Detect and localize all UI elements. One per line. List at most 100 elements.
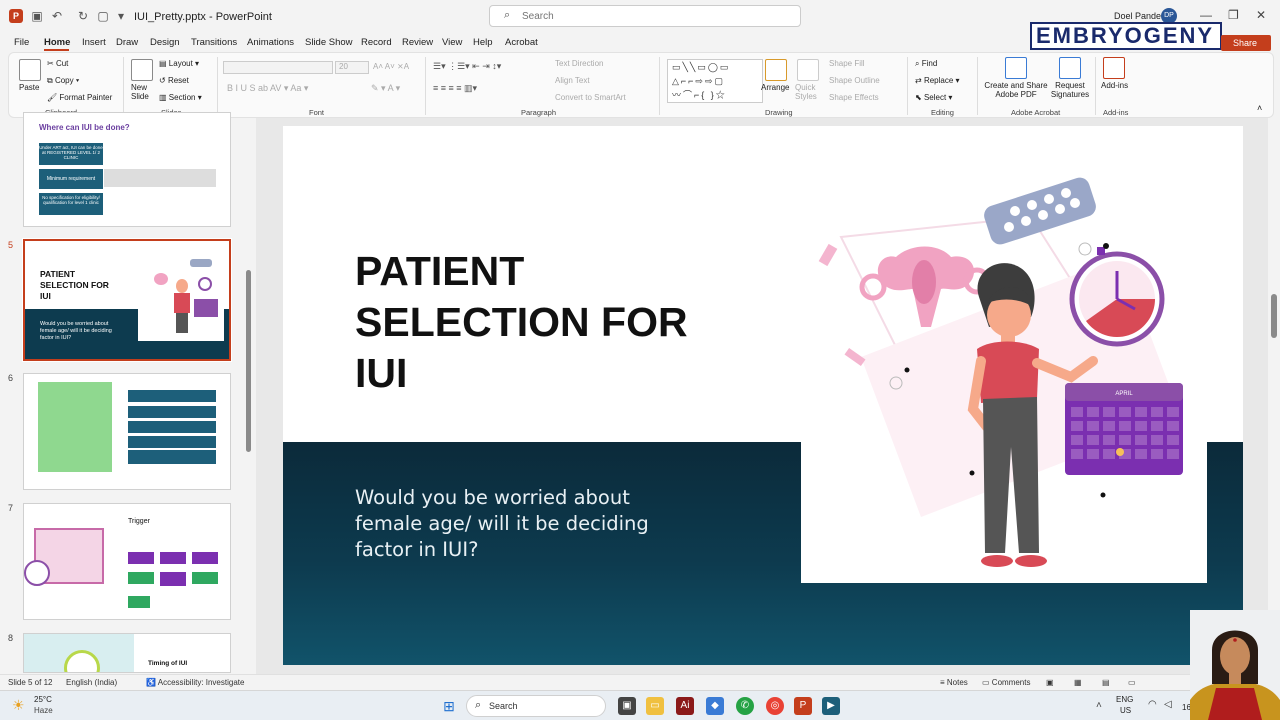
shape-fill-button[interactable]: Shape Fill <box>829 59 865 68</box>
volume-icon[interactable]: ◁ <box>1164 699 1172 710</box>
text-direction-button[interactable]: Text Direction <box>555 59 603 68</box>
new-slide-icon[interactable] <box>131 59 153 81</box>
task-view-icon[interactable]: ▣ <box>618 697 636 715</box>
layout-button[interactable]: ▤ Layout ▾ <box>159 59 199 68</box>
tab-record[interactable]: Record <box>361 37 392 48</box>
create-share-pdf-button[interactable]: Create and Share Adobe PDF <box>983 81 1049 99</box>
tab-design[interactable]: Design <box>150 37 180 48</box>
ribbon-collapse-icon[interactable]: ˄ <box>1257 103 1262 113</box>
replace-button[interactable]: ⇄ Replace ▾ <box>915 76 960 85</box>
autosave-icon[interactable]: ▣ <box>30 9 44 23</box>
quick-styles-button[interactable]: Quick Styles <box>795 83 823 101</box>
restore-icon[interactable]: ❐ <box>1228 8 1239 22</box>
file-explorer-icon[interactable]: ▭ <box>646 697 664 715</box>
chrome-icon[interactable]: ◎ <box>766 697 784 715</box>
tab-draw[interactable]: Draw <box>116 37 138 48</box>
shape-effects-button[interactable]: Shape Effects <box>829 93 879 102</box>
highlight-icons[interactable]: ✎ ▾ A ▾ <box>371 83 400 94</box>
paste-button[interactable]: Paste <box>19 83 39 92</box>
slide-subtitle[interactable]: Would you be worried about female age/ w… <box>355 485 685 563</box>
slide-thumbnail-7[interactable]: Trigger <box>23 503 231 620</box>
slide-sorter-icon[interactable]: ▦ <box>1074 678 1082 687</box>
tab-home[interactable]: Home <box>44 37 70 48</box>
comments-button[interactable]: ▭ Comments <box>982 678 1030 687</box>
add-ins-icon[interactable] <box>1103 57 1125 79</box>
quick-styles-icon[interactable] <box>797 59 819 81</box>
taskbar-search[interactable]: ⌕ Search <box>466 695 606 717</box>
arrange-icon[interactable] <box>765 59 787 81</box>
tab-file[interactable]: File <box>14 37 29 48</box>
thumbnail-scrollbar[interactable] <box>246 270 251 452</box>
redo-icon[interactable]: ↻ <box>76 9 90 23</box>
weather-temp[interactable]: 25°C <box>34 695 52 704</box>
select-button[interactable]: ⬉ Select ▾ <box>915 93 952 102</box>
copy-button[interactable]: ⧉ Copy ▾ <box>47 76 79 86</box>
reset-button[interactable]: ↺ Reset <box>159 76 189 85</box>
new-slide-button[interactable]: New Slide <box>131 83 157 101</box>
tab-insert[interactable]: Insert <box>82 37 106 48</box>
tab-transitions[interactable]: Transitions <box>191 37 237 48</box>
wifi-icon[interactable]: ◠ <box>1148 699 1157 710</box>
customize-toolbar-icon[interactable]: ▾ <box>114 9 128 23</box>
font-size-adjust-icons[interactable]: A˄ A˅ ⨯A <box>373 62 409 71</box>
shapes-gallery[interactable]: ▭╲╲▭◯▭ △⌐⌐⇨⇨▢ 〰⌒⌐{ }☆ <box>667 59 763 103</box>
cut-button[interactable]: ✂ Cut <box>47 59 68 68</box>
current-slide[interactable]: PATIENT SELECTION FOR IUI Would you be w… <box>283 126 1243 665</box>
tab-help[interactable]: Help <box>473 37 493 48</box>
weather-desc[interactable]: Haze <box>34 706 53 715</box>
scrollbar-thumb[interactable] <box>1271 294 1277 338</box>
slide-thumbnail-4[interactable]: Where can IUI be done? Under ART act, IU… <box>23 112 231 227</box>
minimize-icon[interactable]: — <box>1200 8 1212 22</box>
list-icons[interactable]: ☰▾ ⋮☰▾ ⇤ ⇥ ↕▾ <box>433 61 501 72</box>
app-icon[interactable]: ▶ <box>822 697 840 715</box>
slide-title[interactable]: PATIENT SELECTION FOR IUI <box>355 246 735 399</box>
weather-icon[interactable]: ☀ <box>12 697 25 714</box>
search-box[interactable]: ⌕ <box>489 5 801 27</box>
slide-thumbnail-5[interactable]: PATIENT SELECTION FOR IUI Would you be w… <box>22 238 232 362</box>
font-name-box[interactable] <box>223 61 333 74</box>
arrange-button[interactable]: Arrange <box>761 83 789 92</box>
add-ins-button[interactable]: Add-ins <box>1101 81 1128 90</box>
notes-button[interactable]: ≡ Notes <box>940 678 968 687</box>
search-input[interactable] <box>522 9 782 23</box>
adobe-illustrator-icon[interactable]: Ai <box>676 697 694 715</box>
windows-start-icon[interactable]: ⊞ <box>440 697 458 715</box>
tab-slide-show[interactable]: Slide Show <box>305 37 353 48</box>
reading-view-icon[interactable]: ▤ <box>1102 678 1110 687</box>
slide-illustration[interactable]: APRIL <box>801 177 1207 583</box>
tab-animations[interactable]: Animations <box>247 37 294 48</box>
canvas-scrollbar[interactable] <box>1268 118 1280 674</box>
font-size-box[interactable]: 20 <box>335 61 369 74</box>
user-name[interactable]: Doel Pande <box>1114 11 1161 21</box>
tab-acrobat[interactable]: Acrobat <box>505 37 538 48</box>
slideshow-view-icon[interactable]: ▭ <box>1128 678 1136 687</box>
align-text-button[interactable]: Align Text <box>555 76 590 85</box>
share-button[interactable]: Share <box>1221 35 1271 51</box>
normal-view-icon[interactable]: ▣ <box>1046 678 1054 687</box>
whatsapp-icon[interactable]: ✆ <box>736 697 754 715</box>
accessibility-button[interactable]: ♿ Accessibility: Investigate <box>146 678 244 687</box>
shape-outline-button[interactable]: Shape Outline <box>829 76 880 85</box>
tab-view[interactable]: View <box>442 37 462 48</box>
slide-thumbnail-8[interactable]: Timing of IUI <box>23 633 231 673</box>
request-signatures-icon[interactable] <box>1059 57 1081 79</box>
app-icon[interactable]: ◆ <box>706 697 724 715</box>
align-icons[interactable]: ≡ ≡ ≡ ≡ ▥▾ <box>433 83 477 94</box>
convert-smartart-button[interactable]: Convert to SmartArt <box>555 93 626 102</box>
present-icon[interactable]: ▢ <box>96 9 110 23</box>
find-button[interactable]: ⌕ Find <box>915 59 937 69</box>
section-button[interactable]: ▥ Section ▾ <box>159 93 202 102</box>
close-icon[interactable]: ✕ <box>1256 8 1266 22</box>
adobe-pdf-icon[interactable] <box>1005 57 1027 79</box>
undo-icon[interactable]: ↶ <box>50 9 64 23</box>
font-format-icons[interactable]: B I U S ab AV ▾ Aa ▾ <box>227 83 308 94</box>
powerpoint-taskbar-icon[interactable]: P <box>794 697 812 715</box>
tray-chevron-icon[interactable]: ˄ <box>1096 700 1102 711</box>
lang-indicator[interactable]: ENG <box>1116 695 1133 704</box>
language-indicator[interactable]: English (India) <box>66 678 117 687</box>
request-signatures-button[interactable]: Request Signatures <box>1049 81 1091 99</box>
format-painter-button[interactable]: 🖌 Format Painter <box>47 93 112 102</box>
slide-thumbnail-6[interactable] <box>23 373 231 490</box>
paste-icon[interactable] <box>19 59 41 81</box>
tab-review[interactable]: Review <box>402 37 433 48</box>
